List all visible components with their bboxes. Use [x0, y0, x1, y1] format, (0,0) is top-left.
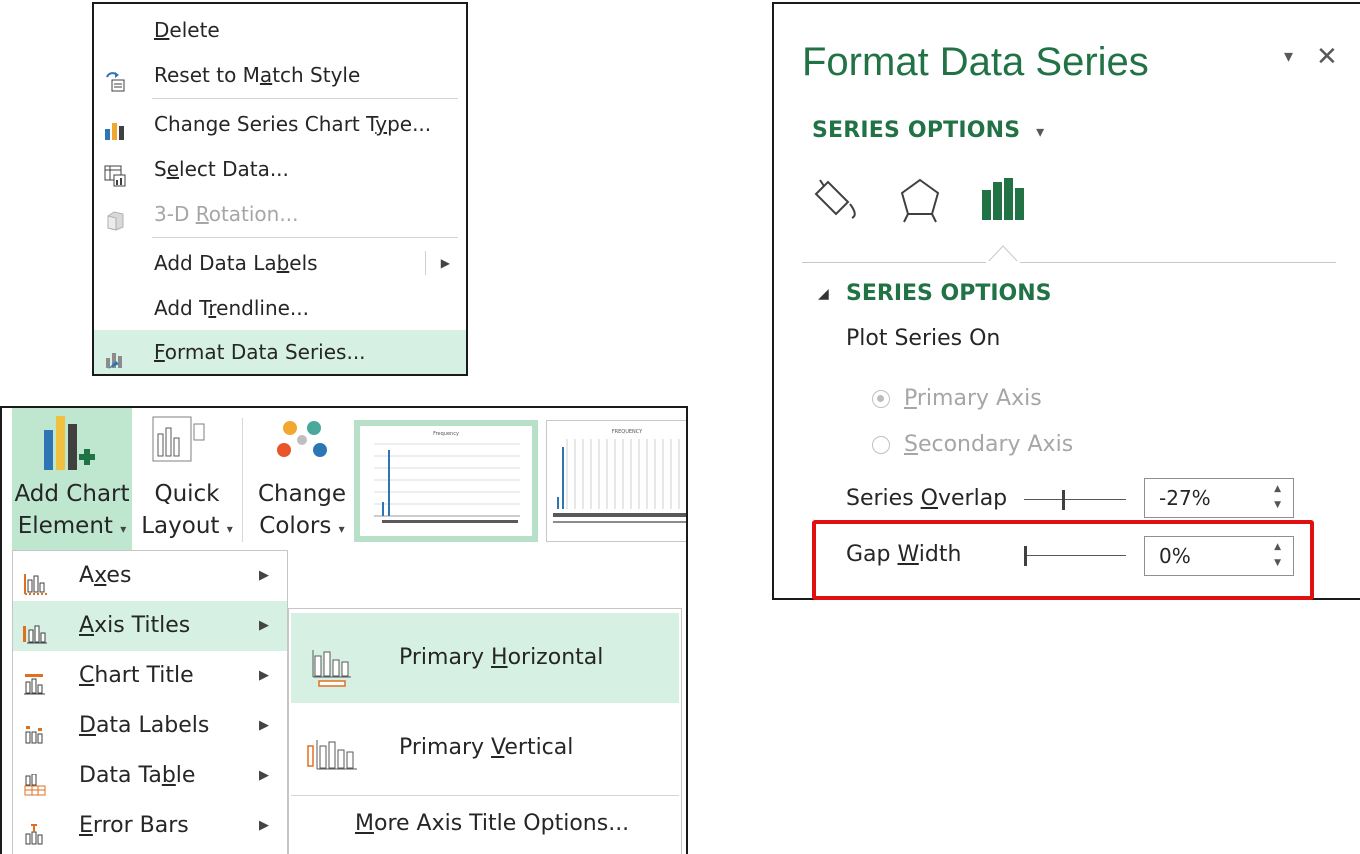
primary-axis-radio[interactable] [872, 390, 890, 408]
quick-layout-label-1: Quick [154, 481, 220, 507]
plot-series-on-label: Plot Series On [846, 326, 1001, 351]
error-bars-icon [23, 815, 49, 845]
menu-item-add-data-labels[interactable]: Add Data Labels ▶ [94, 241, 466, 285]
menu-item-more-axis-title-options[interactable]: More Axis Title Options... [291, 797, 679, 851]
menu-item-axis-titles[interactable]: Axis Titles ▶ [13, 601, 287, 651]
paint-bucket-icon [814, 179, 856, 219]
menu-item-chart-title[interactable]: Chart Title ▶ [13, 651, 287, 701]
chevron-down-icon: ▾ [1036, 122, 1045, 141]
menu-item-add-trendline[interactable]: Add Trendline... [94, 286, 466, 330]
menu-item-reset-to-match-style[interactable]: Reset to Match Style [94, 53, 466, 97]
change-colors-label-1: Change [257, 481, 347, 507]
secondary-axis-radio[interactable] [872, 436, 890, 454]
axis-titles-icon [23, 615, 49, 644]
pentagon-icon [900, 178, 940, 223]
menu-item-data-table[interactable]: Data Table ▶ [13, 751, 287, 801]
menu-item-axes[interactable]: Axes ▶ [13, 551, 287, 601]
format-series-icon [104, 341, 126, 369]
add-chart-element-label-2: Element [17, 513, 113, 539]
add-chart-element-label-1: Add Chart [14, 481, 130, 507]
menu-item-format-data-series[interactable]: Format Data Series... [94, 330, 466, 374]
chart-title-icon [23, 665, 49, 695]
series-overlap-label: Series Overlap [846, 486, 1008, 511]
menu-item-select-data[interactable]: Select Data... [94, 147, 466, 191]
quick-layout-label-2: Layout [141, 513, 220, 539]
series-options-section-title[interactable]: SERIES OPTIONS [846, 281, 1052, 306]
primary-axis-label: Primary Axis [904, 386, 1042, 411]
menu-item-delete[interactable]: Delete [94, 8, 466, 52]
change-colors-icon [254, 408, 350, 478]
pane-title: Format Data Series [802, 40, 1149, 84]
series-overlap-value: -27% [1159, 486, 1211, 510]
dropdown-arrow-icon: ▾ [120, 522, 127, 536]
quick-layout-button[interactable]: Quick Layout ▾ [134, 408, 240, 550]
series-options-dropdown-label: SERIES OPTIONS [812, 118, 1021, 143]
menu-item-primary-vertical[interactable]: Primary Vertical [291, 703, 679, 793]
series-overlap-slider-thumb[interactable] [1062, 490, 1065, 510]
submenu-arrow-icon: ▶ [440, 256, 450, 270]
thumbnail-title: Frequency [433, 431, 459, 437]
add-chart-element-menu: Axes ▶ Axis Titles ▶ Chart Title ▶ Data Lab… [12, 550, 288, 854]
menu-item-3d-rotation[interactable]: 3-D Rotation... [94, 192, 466, 236]
menu-item-primary-horizontal[interactable]: Primary Horizontal [291, 613, 679, 703]
chart-type-icon [104, 113, 126, 140]
bar-chart-icon [982, 178, 1024, 220]
series-overlap-spinner[interactable]: -27% ▲ ▼ [1144, 478, 1294, 518]
menu-item-change-series-chart-type[interactable]: Change Series Chart Type... [94, 102, 466, 146]
primary-vertical-icon [307, 729, 367, 770]
close-icon[interactable]: ✕ [1316, 42, 1338, 72]
pane-options-dropdown-icon[interactable]: ▾ [1284, 46, 1293, 67]
thumbnail-title: FREQUENCY [612, 429, 643, 435]
data-labels-icon [23, 715, 49, 744]
add-chart-element-icon [12, 408, 132, 478]
axes-icon [23, 565, 49, 595]
spin-down-icon[interactable]: ▼ [1274, 486, 1281, 524]
secondary-axis-label: Secondary Axis [904, 432, 1074, 457]
chart-style-thumbnail-1[interactable]: Frequency [354, 420, 538, 542]
reset-style-icon [104, 64, 126, 92]
change-colors-label-2: Colors [259, 513, 332, 539]
select-data-icon [104, 158, 126, 187]
format-data-series-pane: Format Data Series ▾ ✕ SERIES OPTIONS ▾ … [772, 2, 1360, 600]
dropdown-arrow-icon: ▾ [226, 522, 233, 536]
cube-icon [104, 203, 126, 231]
dropdown-arrow-icon: ▾ [338, 522, 345, 536]
data-table-icon [23, 765, 49, 796]
chart-style-thumbnail-2[interactable]: FREQUENCY [546, 420, 686, 542]
gap-width-highlight-box [812, 520, 1314, 600]
series-context-menu: Delete Reset to Match Style Change Serie… [92, 2, 468, 376]
menu-item-error-bars[interactable]: Error Bars ▶ [13, 801, 287, 851]
fill-line-tab[interactable] [810, 176, 862, 228]
primary-horizontal-icon [307, 639, 367, 687]
series-overlap-slider[interactable] [1024, 490, 1126, 510]
effects-tab[interactable] [894, 176, 946, 228]
axis-titles-submenu: Primary Horizontal Primary Vertical More… [288, 608, 682, 854]
add-chart-element-button[interactable]: Add Chart Element ▾ [12, 408, 132, 550]
menu-item-data-labels[interactable]: Data Labels ▶ [13, 701, 287, 751]
chart-design-ribbon: Add Chart Element ▾ Quick Layout ▾ Chang… [0, 406, 688, 854]
series-options-tab[interactable] [978, 176, 1030, 228]
collapse-triangle-icon[interactable]: ◢ [818, 286, 829, 302]
series-options-dropdown[interactable]: SERIES OPTIONS ▾ [812, 118, 1044, 143]
quick-layout-icon [134, 408, 240, 478]
change-colors-button[interactable]: Change Colors ▾ [254, 408, 350, 550]
